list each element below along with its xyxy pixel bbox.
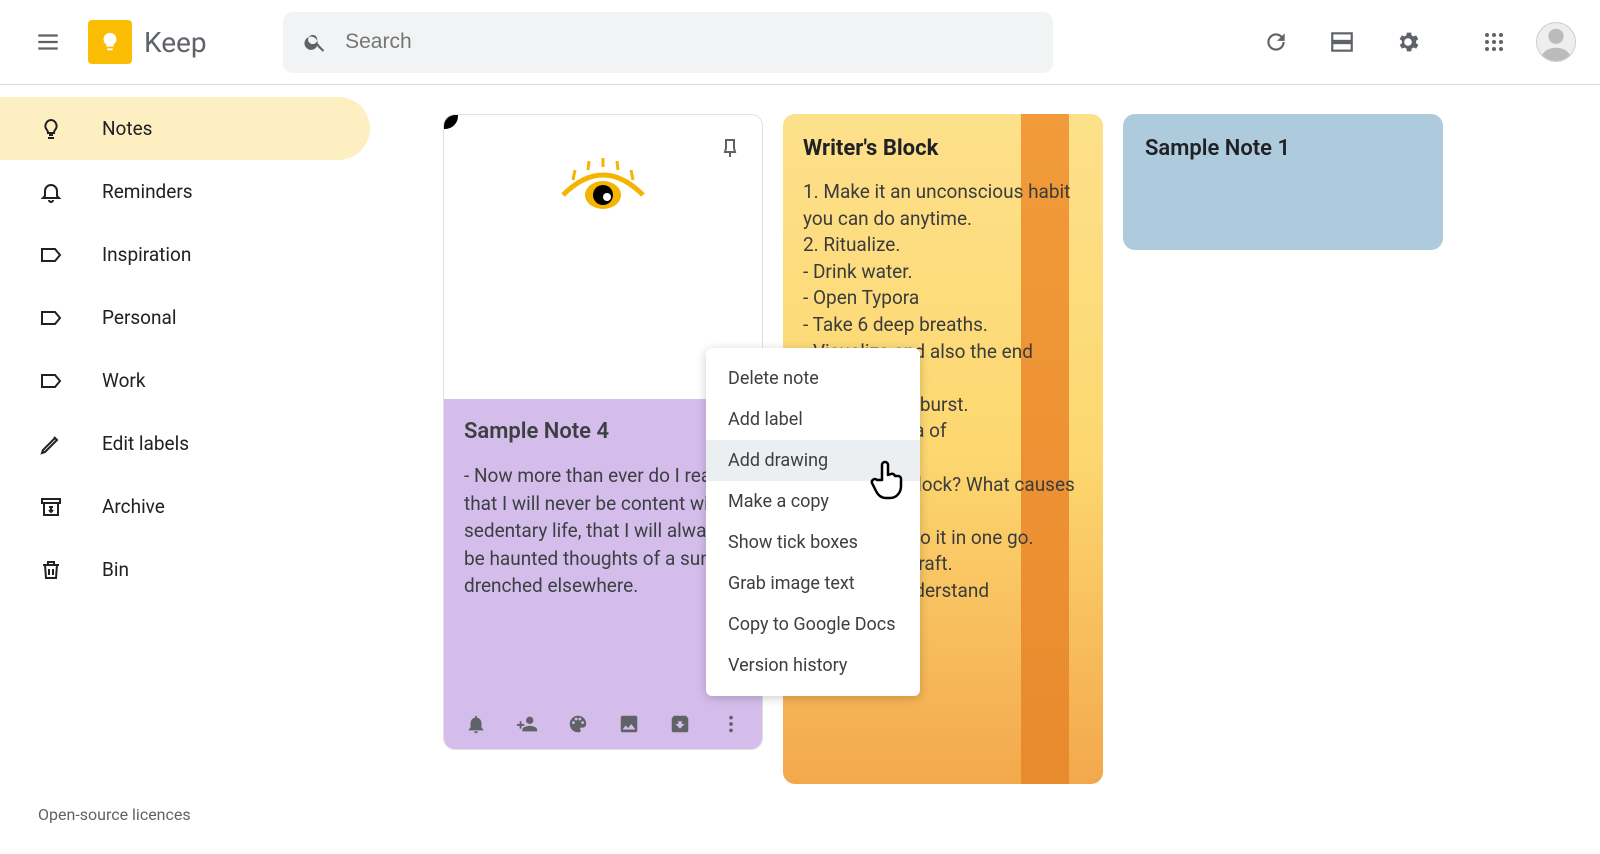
search-bar[interactable] [283,12,1053,73]
search-icon [303,29,327,55]
bell-plus-icon [465,713,487,735]
note-title: Writer's Block [803,136,1083,161]
avatar-icon [1537,22,1575,62]
archive-icon [669,713,691,735]
hamburger-icon [35,29,61,55]
context-menu-item-add-drawing[interactable]: Add drawing [706,440,920,481]
context-menu-item-show-tick-boxes[interactable]: Show tick boxes [706,522,920,563]
app-header: Keep [0,0,1600,85]
note-card-sample-note-1[interactable]: Sample Note 1 [1123,114,1443,250]
sidebar-item-edit-labels[interactable]: Edit labels [0,412,370,475]
sidebar-item-label: Archive [102,495,165,518]
sidebar-item-label: Bin [102,558,129,581]
note-title: Sample Note 4 [464,419,742,444]
add-image-button[interactable] [617,712,640,736]
context-menu-item-make-a-copy[interactable]: Make a copy [706,481,920,522]
sidebar-item-work[interactable]: Work [0,349,370,412]
sidebar-item-reminders[interactable]: Reminders [0,160,370,223]
remind-me-button[interactable] [464,712,487,736]
settings-button[interactable] [1384,18,1432,66]
sidebar-item-label: Reminders [102,180,193,203]
background-options-button[interactable] [566,712,589,736]
label-icon [38,243,64,267]
sidebar-item-label: Inspiration [102,243,191,266]
collaborator-button[interactable] [515,712,538,736]
sidebar-item-label: Personal [102,306,176,329]
sidebar-item-label: Work [102,369,145,392]
note-toolbar [444,699,762,749]
archive-button[interactable] [668,712,691,736]
context-menu-item-version-history[interactable]: Version history [706,645,920,686]
eye-drawing-icon [553,155,653,215]
trash-icon [38,558,64,582]
search-input[interactable] [345,30,1033,54]
header-actions [1252,18,1576,66]
refresh-button[interactable] [1252,18,1300,66]
note-context-menu: Delete noteAdd labelAdd drawingMake a co… [706,348,920,696]
person-add-icon [516,713,538,735]
note-text: - Now more than ever do I realize that I… [464,462,742,600]
google-apps-button[interactable] [1470,18,1518,66]
sidebar-item-label: Notes [102,117,153,140]
context-menu-item-add-label[interactable]: Add label [706,399,920,440]
main-menu-button[interactable] [24,18,72,66]
bell-icon [38,180,64,204]
sidebar-item-label: Edit labels [102,432,189,455]
context-menu-item-grab-image-text[interactable]: Grab image text [706,563,920,604]
pin-icon [718,135,742,159]
more-vertical-icon [720,713,742,735]
pencil-icon [38,432,64,456]
archive-icon [38,495,64,519]
refresh-icon [1263,29,1289,55]
image-icon [618,713,640,735]
sidebar-item-inspiration[interactable]: Inspiration [0,223,370,286]
more-options-button[interactable] [719,712,742,736]
account-avatar[interactable] [1536,22,1576,62]
sidebar: Notes Reminders Inspiration Personal Work Edi… [0,85,370,854]
note-title: Sample Note 1 [1145,136,1421,161]
keep-logo-icon [88,20,132,64]
lightbulb-icon [38,117,64,141]
app-title: Keep [144,26,207,59]
context-menu-item-copy-to-google-docs[interactable]: Copy to Google Docs [706,604,920,645]
sidebar-item-notes[interactable]: Notes [0,97,370,160]
pin-button[interactable] [712,129,748,165]
list-view-button[interactable] [1318,18,1366,66]
notes-canvas: Sample Note 4 - Now more than ever do I … [443,114,1580,854]
check-icon [443,114,453,124]
context-menu-item-delete-note[interactable]: Delete note [706,358,920,399]
sidebar-item-bin[interactable]: Bin [0,538,370,601]
logo-area[interactable]: Keep [88,20,207,64]
label-icon [38,369,64,393]
sidebar-item-personal[interactable]: Personal [0,286,370,349]
label-icon [38,306,64,330]
open-source-licences-link[interactable]: Open-source licences [38,805,191,824]
sidebar-item-archive[interactable]: Archive [0,475,370,538]
gear-icon [1395,29,1421,55]
palette-icon [567,713,589,735]
apps-grid-icon [1482,30,1506,54]
list-view-icon [1329,29,1355,55]
